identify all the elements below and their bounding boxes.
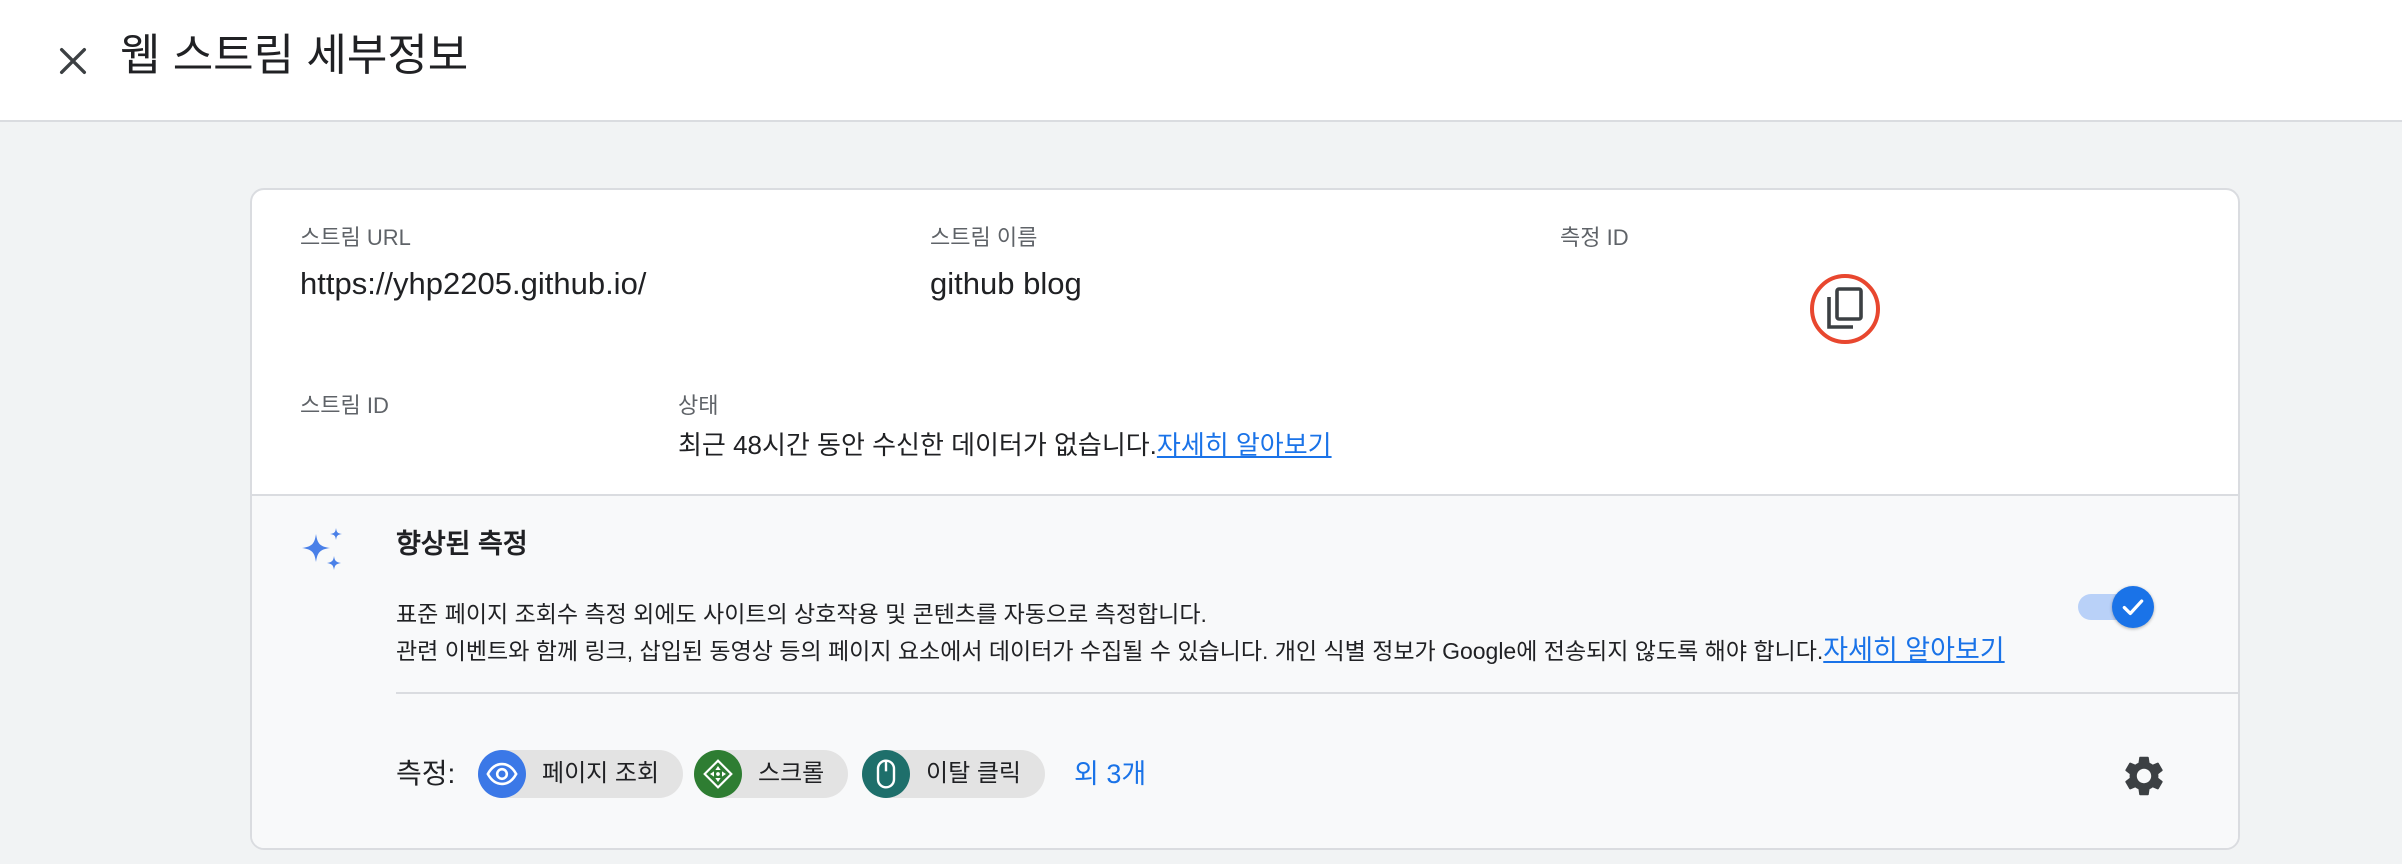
stream-name-label: 스트림 이름	[930, 225, 1038, 250]
chip-label: 스크롤	[758, 760, 825, 787]
chip-outbound-clicks[interactable]: 이탈 클릭	[862, 750, 1045, 798]
status-label: 상태	[678, 393, 719, 418]
measurements-label: 측정:	[396, 758, 456, 789]
chip-label: 페이지 조회	[542, 760, 660, 787]
sparkle-icon	[302, 528, 342, 570]
close-button[interactable]	[48, 36, 98, 86]
chip-label: 이탈 클릭	[926, 760, 1021, 787]
stream-url-value: https://yhp2205.github.io/	[300, 266, 647, 301]
section-divider	[396, 692, 2238, 694]
gear-icon[interactable]	[2120, 752, 2168, 800]
stream-name-value: github blog	[930, 266, 1082, 301]
enhanced-learn-more-link[interactable]: 자세히 알아보기	[1823, 635, 2004, 665]
copy-icon	[1827, 287, 1863, 329]
eye-icon	[478, 750, 526, 798]
page-title: 웹 스트림 세부정보	[120, 31, 469, 80]
toggle-knob	[2112, 586, 2154, 628]
enhanced-measurement-section: 향상된 측정 표준 페이지 조회수 측정 외에도 사이트의 상호작용 및 콘텐츠…	[252, 494, 2238, 848]
stream-url-label: 스트림 URL	[300, 225, 411, 250]
enhanced-description-line1: 표준 페이지 조회수 측정 외에도 사이트의 상호작용 및 콘텐츠를 자동으로 …	[396, 601, 1207, 627]
copy-measurement-id-button[interactable]	[1810, 274, 1880, 344]
enhanced-measurement-toggle[interactable]	[2078, 586, 2154, 628]
status-message: 최근 48시간 동안 수신한 데이터가 없습니다.자세히 알아보기	[678, 428, 1332, 462]
check-icon	[2122, 599, 2144, 616]
measurement-id-label: 측정 ID	[1560, 225, 1629, 250]
close-icon	[59, 47, 87, 75]
more-measurements-link[interactable]: 외 3개	[1074, 756, 1146, 792]
enhanced-measurement-title: 향상된 측정	[396, 529, 528, 559]
chip-page-views[interactable]: 페이지 조회	[478, 750, 684, 798]
status-learn-more-link[interactable]: 자세히 알아보기	[1157, 430, 1332, 460]
mouse-icon	[862, 750, 910, 798]
stream-details-card: 스트림 URL https://yhp2205.github.io/ 스트림 이…	[250, 188, 2240, 850]
stream-id-label: 스트림 ID	[300, 393, 389, 418]
enhanced-description-text: 관련 이벤트와 함께 링크, 삽입된 동영상 등의 페이지 요소에서 데이터가 …	[396, 638, 1824, 664]
page-header: 웹 스트림 세부정보	[0, 0, 2402, 122]
chip-scroll[interactable]: 스크롤	[694, 750, 849, 798]
scroll-arrows-icon	[694, 750, 742, 798]
status-text: 최근 48시간 동안 수신한 데이터가 없습니다.	[678, 430, 1157, 460]
enhanced-description-line2: 관련 이벤트와 함께 링크, 삽입된 동영상 등의 페이지 요소에서 데이터가 …	[396, 634, 2005, 667]
